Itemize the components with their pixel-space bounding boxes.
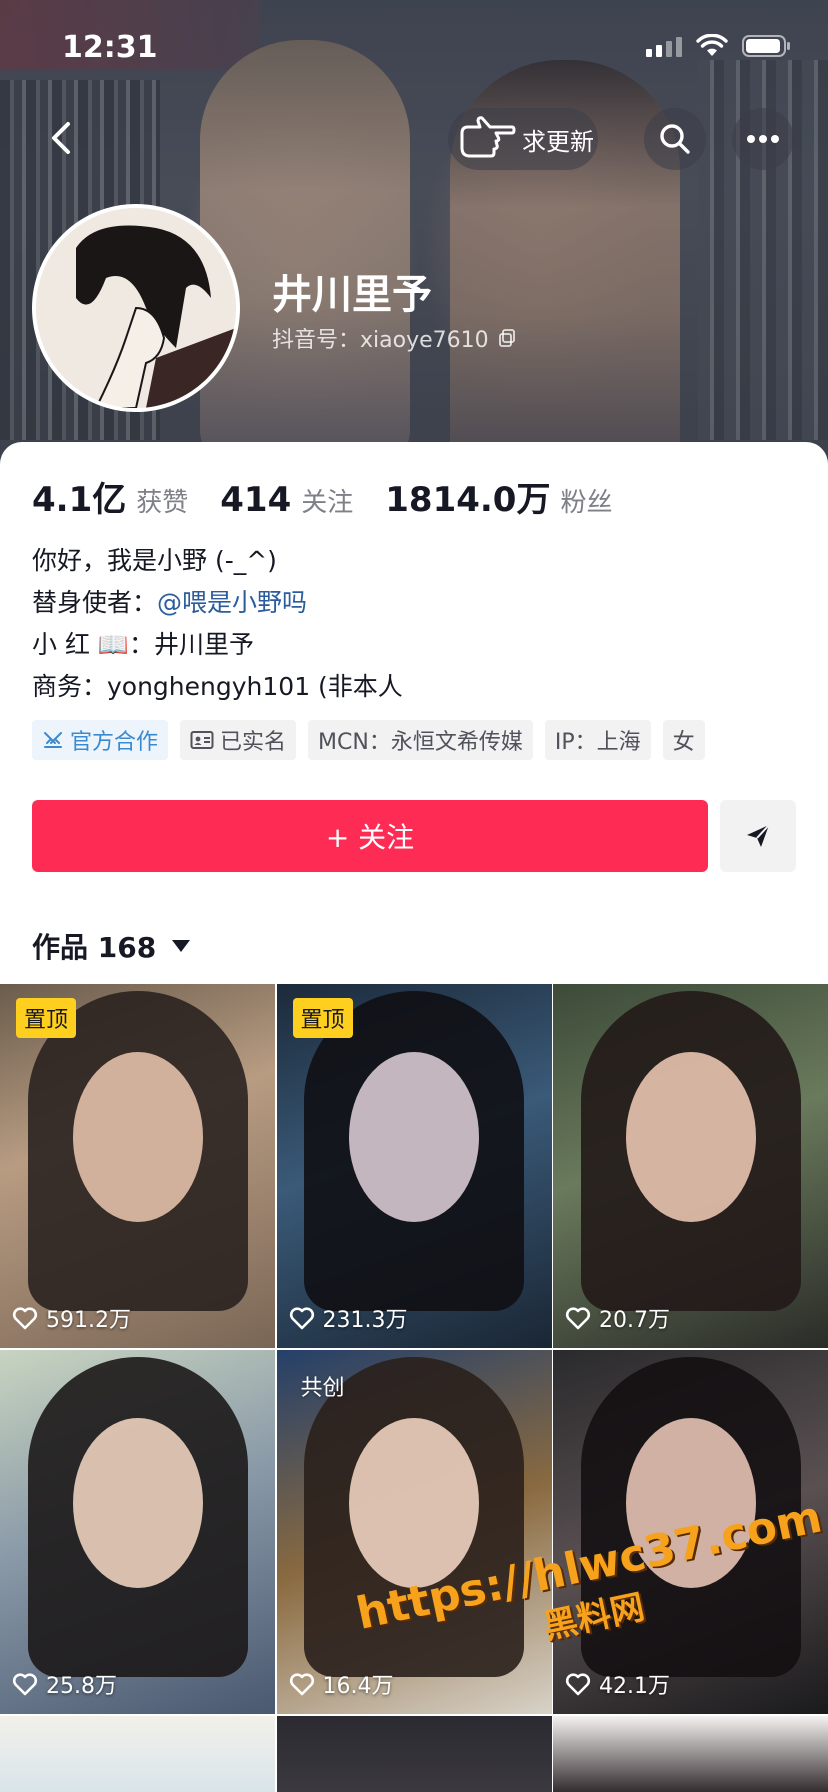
more-button[interactable] xyxy=(732,108,794,170)
bio-line: 小 红 📖：井川里予 xyxy=(32,630,255,659)
id-card-icon xyxy=(190,731,214,749)
douyin-id-text: 抖音号：xiaoye7610 xyxy=(272,328,489,353)
video-thumbnail[interactable] xyxy=(0,1716,275,1792)
pointing-hand-icon xyxy=(460,116,516,158)
status-icons xyxy=(646,34,792,58)
signal-icon xyxy=(646,35,682,57)
video-likes: 231.3万 xyxy=(289,1302,408,1334)
tag-mcn[interactable]: MCN：永恒文希传媒 xyxy=(308,720,533,760)
search-icon xyxy=(660,124,690,154)
stat-number: 4.1亿 xyxy=(32,480,127,520)
likes-count: 42.1万 xyxy=(599,1674,670,1699)
video-thumbnail[interactable]: 置顶 591.2万 xyxy=(0,984,275,1348)
heart-icon xyxy=(565,1673,591,1696)
likes-count: 25.8万 xyxy=(46,1674,117,1699)
follow-label: + 关注 xyxy=(325,821,415,854)
profile-name: 井川里予 xyxy=(272,272,432,318)
likes-count: 231.3万 xyxy=(322,1308,408,1333)
likes-count: 591.2万 xyxy=(46,1308,131,1333)
video-likes: 20.7万 xyxy=(565,1302,670,1334)
follow-button[interactable]: + 关注 xyxy=(32,800,708,872)
tag-label: IP：上海 xyxy=(554,730,641,755)
thumbnail-face xyxy=(349,1417,479,1588)
video-likes: 42.1万 xyxy=(565,1668,670,1700)
thumbnail-face xyxy=(625,1051,756,1222)
video-thumbnail[interactable]: 25.8万 xyxy=(0,1350,275,1714)
stat-following[interactable]: 414 关注 xyxy=(220,480,353,520)
pinned-badge: 置顶 xyxy=(292,998,353,1038)
bio-text: 替身使者： xyxy=(32,588,158,617)
bio-line: 商务：yonghengyh101 (非本人 xyxy=(32,672,403,701)
avatar[interactable] xyxy=(32,204,240,412)
search-button[interactable] xyxy=(644,108,706,170)
video-thumbnail[interactable] xyxy=(276,1716,552,1792)
status-time: 12:31 xyxy=(62,30,158,65)
heart-icon xyxy=(12,1307,38,1330)
tag-gender: 女 xyxy=(662,720,705,760)
back-button[interactable] xyxy=(40,116,84,160)
works-tab[interactable]: 作品 168 xyxy=(32,926,191,966)
co-creation-badge: 共创 xyxy=(300,1376,345,1401)
works-tab-label: 作品 168 xyxy=(32,931,157,964)
stat-followers[interactable]: 1814.0万 粉丝 xyxy=(385,472,612,521)
tag-label: 已实名 xyxy=(220,730,287,755)
video-likes: 25.8万 xyxy=(12,1668,117,1700)
video-thumbnail[interactable] xyxy=(553,1716,828,1792)
stat-number: 414 xyxy=(220,480,292,520)
profile-bio: 你好，我是小野 (-_^) 替身使者：@喂是小野吗 小 红 📖：井川里予 商务：… xyxy=(32,540,403,708)
likes-count: 20.7万 xyxy=(599,1308,670,1333)
bio-mention-link[interactable]: @喂是小野吗 xyxy=(157,588,307,617)
thumbnail-face xyxy=(72,1051,203,1222)
tag-official-cooperation[interactable]: 官方合作 xyxy=(32,720,169,760)
thumbnail-face xyxy=(72,1417,203,1588)
stat-label: 获赞 xyxy=(136,488,189,518)
video-thumbnail[interactable]: 置顶 231.3万 xyxy=(276,984,552,1348)
chevron-left-icon xyxy=(52,122,70,154)
profile-header-background: 12:31 求更新 井川里予 抖音号：xiaoye7610 xyxy=(0,0,828,470)
tag-ip-location: IP：上海 xyxy=(544,720,651,760)
pinned-badge: 置顶 xyxy=(16,998,77,1038)
heart-icon xyxy=(565,1307,591,1330)
stat-likes: 4.1亿 获赞 xyxy=(32,472,188,521)
request-update-button[interactable]: 求更新 xyxy=(448,108,598,170)
copy-icon[interactable] xyxy=(497,328,517,348)
avatar-illustration xyxy=(36,208,236,408)
thumbnail-face xyxy=(349,1051,479,1222)
tag-label: MCN：永恒文希传媒 xyxy=(318,730,523,755)
bio-line: 你好，我是小野 (-_^) xyxy=(32,546,277,575)
stat-label: 关注 xyxy=(301,488,354,518)
heart-icon xyxy=(289,1673,314,1696)
heart-icon xyxy=(12,1673,38,1696)
caret-down-icon xyxy=(172,940,191,952)
bio-line: 替身使者：@喂是小野吗 xyxy=(32,582,403,624)
battery-icon xyxy=(742,34,792,58)
send-icon xyxy=(747,824,770,847)
stat-label: 粉丝 xyxy=(560,488,613,518)
cooperation-icon xyxy=(44,732,62,748)
more-dots-icon xyxy=(747,135,779,143)
video-thumbnail[interactable]: 20.7万 xyxy=(553,984,828,1348)
wifi-icon xyxy=(696,34,728,58)
request-update-label: 求更新 xyxy=(522,127,594,156)
profile-stats: 4.1亿 获赞 414 关注 1814.0万 粉丝 xyxy=(32,472,644,521)
profile-tags: 官方合作 已实名 MCN：永恒文希传媒 IP：上海 女 xyxy=(32,720,705,760)
video-likes: 591.2万 xyxy=(12,1302,131,1334)
tag-label: 官方合作 xyxy=(70,730,159,755)
douyin-id[interactable]: 抖音号：xiaoye7610 xyxy=(272,322,517,354)
share-button[interactable] xyxy=(720,800,796,872)
stat-number: 1814.0万 xyxy=(385,480,551,520)
heart-icon xyxy=(289,1307,314,1330)
tag-verified[interactable]: 已实名 xyxy=(180,720,297,760)
tag-label: 女 xyxy=(672,730,695,755)
